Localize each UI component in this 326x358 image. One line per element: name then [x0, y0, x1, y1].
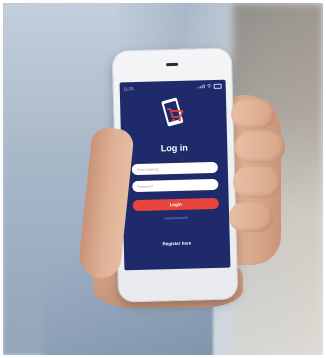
app-screen: 11:23 Log in Email address Login Forgot …: [119, 79, 231, 271]
battery-icon: [213, 83, 222, 89]
register-link[interactable]: Register here: [124, 240, 230, 248]
finger: [229, 202, 273, 232]
phone-speaker: [166, 62, 179, 67]
login-button[interactable]: Login: [132, 197, 219, 212]
photo-background: 11:23 Log in Email address Login Forgot …: [3, 3, 323, 355]
finger: [231, 99, 275, 129]
status-icons: [197, 83, 222, 89]
wifi-icon: [206, 84, 212, 89]
shopping-cart-icon: [161, 97, 184, 127]
email-field[interactable]: [131, 161, 218, 176]
status-bar: 11:23: [120, 80, 226, 93]
smartphone: 11:23 Log in Email address Login Forgot …: [111, 47, 239, 303]
finger: [235, 131, 285, 163]
page-title: Log in: [160, 142, 188, 154]
password-field[interactable]: [132, 178, 219, 193]
forgot-password-link[interactable]: Forgot password?: [123, 215, 229, 222]
status-time: 11:23: [123, 85, 134, 91]
finger: [233, 166, 281, 198]
signal-icon: [197, 84, 205, 89]
